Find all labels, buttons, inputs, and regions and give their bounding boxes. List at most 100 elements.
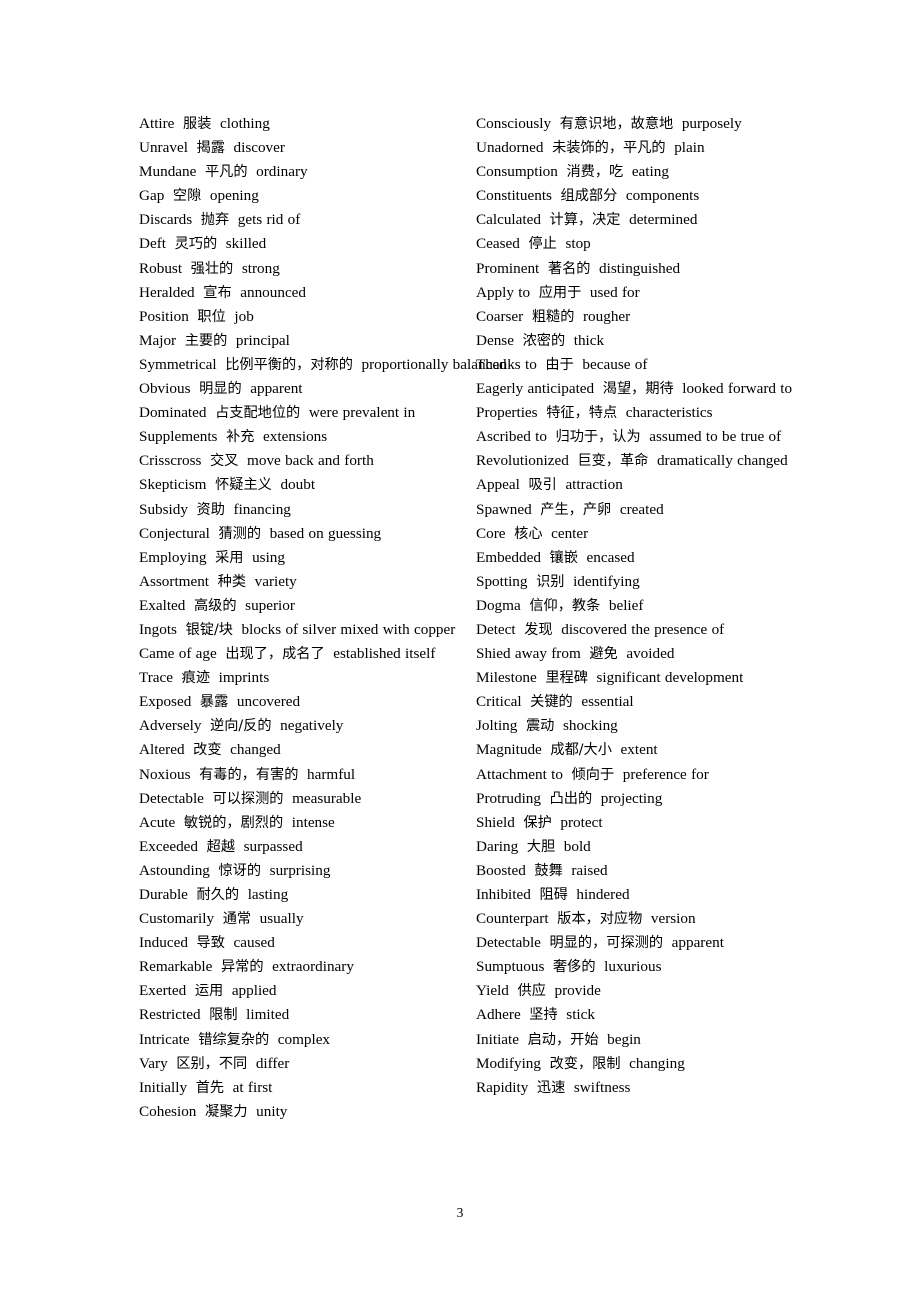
entry-gloss-chinese: 浓密的 — [522, 332, 566, 349]
entry-gloss-chinese: 停止 — [528, 236, 557, 253]
entry-synonym: move back and forth — [247, 452, 374, 470]
entry-synonym: were prevalent in — [308, 404, 416, 422]
entry-term: Ascribed to — [476, 428, 547, 446]
entry-gloss-chinese: 出现了，成名了 — [225, 646, 325, 663]
entry-term: Symmetrical — [139, 355, 217, 373]
entry-term: Conjectural — [139, 524, 210, 542]
entry-gloss-chinese: 补充 — [226, 429, 255, 446]
entry-gloss-chinese: 揭露 — [196, 140, 225, 157]
entry-gloss-chinese: 可以探测的 — [212, 790, 284, 807]
entry-synonym: skilled — [225, 235, 267, 253]
entry-synonym: job — [234, 307, 254, 325]
glossary-entry: Jolting 震动 shocking — [476, 714, 794, 738]
entry-synonym: lasting — [247, 886, 289, 903]
glossary-entry: Eagerly anticipated 渴望，期待 looked forward… — [476, 377, 794, 401]
entry-term: Critical — [476, 693, 522, 711]
entry-gloss-chinese: 服装 — [183, 116, 212, 132]
glossary-entry: Critical 关键的 essential — [476, 690, 794, 714]
entry-term: Properties — [476, 404, 538, 422]
entry-term: Attachment to — [476, 765, 563, 783]
entry-gloss-chinese: 异常的 — [220, 959, 264, 976]
entry-term: Coarser — [476, 307, 524, 325]
glossary-entry: Exalted 高级的 superior — [139, 594, 457, 618]
glossary-entry: Ingots 银锭/块 blocks of silver mixed with … — [139, 618, 457, 642]
entry-gloss-chinese: 识别 — [536, 573, 565, 590]
entry-gloss-chinese: 巨变，革命 — [577, 453, 649, 470]
entry-gloss-chinese: 主要的 — [184, 332, 228, 349]
entry-term: Discards — [139, 211, 193, 229]
entry-gloss-chinese: 运用 — [194, 983, 224, 1000]
entry-term: Employing — [139, 548, 207, 566]
entry-gloss-chinese: 强壮的 — [190, 260, 234, 277]
entry-term: Dense — [476, 331, 514, 349]
entry-synonym: discover — [233, 139, 285, 157]
entry-synonym: variety — [254, 572, 297, 590]
entry-term: Crisscross — [139, 452, 202, 470]
glossary-entry: Subsidy 资助 financing — [139, 498, 457, 522]
entry-term: Apply to — [476, 283, 531, 301]
entry-synonym: version — [650, 910, 696, 928]
entry-synonym: opening — [209, 187, 259, 205]
right-column: Consciously 有意识地，故意地 purposely Unadorned … — [476, 112, 794, 1100]
glossary-entry: Shield 保护 protect — [476, 811, 794, 835]
glossary-entry: Spawned 产生，产卵 created — [476, 498, 794, 522]
entry-gloss-chinese: 成都/大小 — [550, 742, 612, 759]
glossary-entry: Acute 敏锐的，剧烈的 intense — [139, 811, 457, 835]
entry-synonym: stop — [565, 235, 591, 253]
entry-gloss-chinese: 应用于 — [538, 284, 582, 301]
glossary-entry: Unravel 揭露 discover — [139, 136, 457, 160]
entry-term: Magnitude — [476, 741, 542, 759]
entry-synonym: projecting — [600, 789, 663, 807]
entry-synonym: applied — [231, 982, 277, 1000]
glossary-entry: Consciously 有意识地，故意地 purposely — [476, 112, 794, 136]
entry-gloss-chinese: 逆向/反的 — [210, 718, 272, 735]
entry-synonym: extraordinary — [272, 958, 354, 976]
entry-term: Spawned — [476, 500, 532, 518]
glossary-entry: Exerted 运用 applied — [139, 979, 457, 1003]
glossary-entry: Consumption 消费，吃 eating — [476, 160, 794, 184]
entry-gloss-chinese: 凸出的 — [549, 790, 593, 807]
entry-gloss-chinese: 银锭/块 — [185, 621, 233, 638]
entry-gloss-chinese: 明显的 — [199, 381, 242, 398]
entry-term: Exposed — [139, 693, 192, 711]
entry-gloss-chinese: 宣布 — [203, 284, 232, 301]
entry-synonym: hindered — [576, 886, 630, 903]
entry-synonym: usually — [259, 910, 304, 928]
glossary-entry: Initiate 启动，开始 begin — [476, 1028, 794, 1052]
glossary-entry: Unadorned 未装饰的，平凡的 plain — [476, 136, 794, 160]
entry-gloss-chinese: 消费，吃 — [566, 164, 624, 181]
entry-gloss-chinese: 归功于，认为 — [555, 429, 641, 446]
entry-gloss-chinese: 比例平衡的，对称的 — [225, 356, 353, 373]
entry-synonym: harmful — [307, 765, 356, 783]
glossary-entry: Attachment to 倾向于 preference for — [476, 763, 794, 787]
entry-term: Detectable — [139, 789, 204, 807]
entry-synonym: belief — [608, 596, 644, 614]
entry-synonym: significant development — [596, 669, 744, 687]
entry-gloss-chinese: 交叉 — [210, 453, 239, 470]
entry-term: Position — [139, 307, 189, 325]
entry-synonym: raised — [571, 861, 608, 879]
entry-gloss-chinese: 坚持 — [529, 1007, 558, 1024]
entry-synonym: looked forward to — [682, 380, 793, 398]
entry-gloss-chinese: 粗糙的 — [531, 308, 575, 325]
entry-gloss-chinese: 区别，不同 — [176, 1055, 248, 1072]
entry-synonym: used for — [589, 283, 640, 301]
entry-term: Durable — [139, 886, 188, 903]
entry-term: Unravel — [139, 139, 188, 157]
entry-gloss-chinese: 产生，产卵 — [540, 501, 612, 518]
glossary-entry: Protruding 凸出的 projecting — [476, 787, 794, 811]
entry-term: Skepticism — [139, 476, 207, 494]
entry-synonym: because of — [582, 355, 648, 373]
glossary-entry: Thanks to 由于 because of — [476, 353, 794, 377]
entry-synonym: blocks of silver mixed with copper — [241, 620, 456, 638]
glossary-entry: Rapidity 迅速 swiftness — [476, 1076, 794, 1100]
glossary-entry: Vary 区别，不同 differ — [139, 1052, 457, 1076]
entry-gloss-chinese: 保护 — [523, 814, 552, 831]
entry-term: Consumption — [476, 163, 558, 181]
entry-synonym: eating — [631, 163, 669, 181]
glossary-entry: Skepticism 怀疑主义 doubt — [139, 473, 457, 497]
entry-synonym: measurable — [292, 789, 362, 807]
entry-term: Detectable — [476, 934, 541, 952]
entry-gloss-chinese: 吸引 — [528, 477, 557, 494]
glossary-entry: Discards 抛弃 gets rid of — [139, 208, 457, 232]
